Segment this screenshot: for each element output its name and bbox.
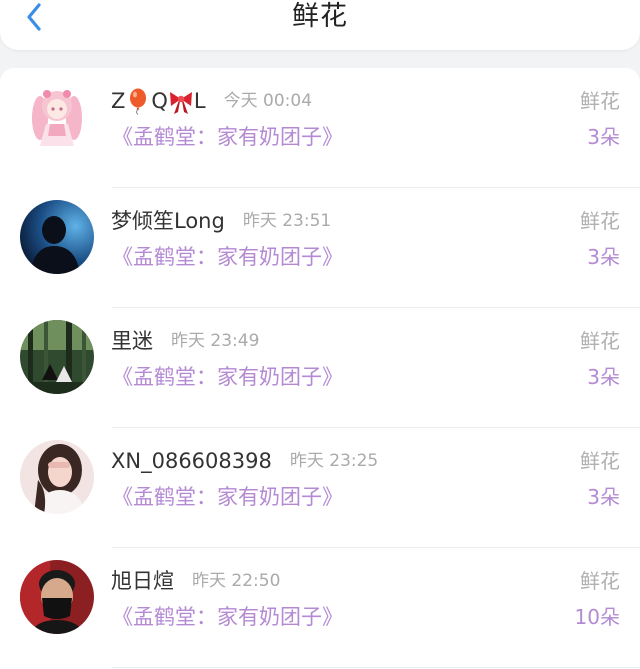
username: 里迷 昨天 23:49 xyxy=(111,324,259,358)
list-item[interactable]: Z Q L 今天 00:04 《孟鹤堂：家有奶团子》 鲜花 3朵 xyxy=(0,68,640,188)
gift-type-label: 鲜花 xyxy=(580,89,620,113)
username-text: XN_086608398 xyxy=(111,449,272,473)
username: 梦倾笙Long 昨天 23:51 xyxy=(111,204,331,238)
girl-photo-avatar xyxy=(20,440,94,514)
gift-work-link[interactable]: 《孟鹤堂：家有奶团子》 xyxy=(112,480,343,514)
gift-work-link[interactable]: 《孟鹤堂：家有奶团子》 xyxy=(112,240,343,274)
username: 旭日煊 昨天 22:50 xyxy=(111,564,280,598)
list-item[interactable]: 里迷 昨天 23:49 《孟鹤堂：家有奶团子》 鲜花 3朵 xyxy=(0,308,640,428)
gift-count: 3朵 xyxy=(587,365,620,389)
list-item[interactable]: XN_086608398 昨天 23:25 《孟鹤堂：家有奶团子》 鲜花 3朵 xyxy=(0,428,640,548)
gift-type-label: 鲜花 xyxy=(580,569,620,593)
gift-count: 10朵 xyxy=(574,605,620,629)
username: Z Q L 今天 00:04 xyxy=(111,84,312,118)
page-title: 鲜花 xyxy=(292,1,348,32)
masked-man-avatar xyxy=(20,560,94,634)
username-text: 里迷 xyxy=(111,329,153,353)
timestamp: 昨天 23:25 xyxy=(289,451,379,471)
username: XN_086608398 昨天 23:25 xyxy=(111,444,378,478)
username-text: 旭日煊 xyxy=(111,569,174,593)
gift-work-link[interactable]: 《孟鹤堂：家有奶团子》 xyxy=(112,360,343,394)
gift-count: 3朵 xyxy=(587,485,620,509)
silhouette-avatar xyxy=(20,200,94,274)
timestamp: 昨天 23:51 xyxy=(242,211,332,231)
avatar[interactable] xyxy=(20,80,94,154)
anime-girl-avatar xyxy=(20,80,94,154)
list-item[interactable]: 梦倾笙Long 昨天 23:51 《孟鹤堂：家有奶团子》 鲜花 3朵 xyxy=(0,188,640,308)
flower-record-list: Z Q L 今天 00:04 《孟鹤堂：家有奶团子》 鲜花 3朵 梦倾笙Long… xyxy=(0,68,640,669)
timestamp: 昨天 23:49 xyxy=(171,331,260,351)
balloon-icon xyxy=(130,88,147,115)
gift-type-label: 鲜花 xyxy=(580,449,620,473)
timestamp: 昨天 22:50 xyxy=(192,571,281,591)
gift-work-link[interactable]: 《孟鹤堂：家有奶团子》 xyxy=(112,120,343,154)
gift-type-label: 鲜花 xyxy=(580,209,620,233)
avatar[interactable] xyxy=(20,200,94,274)
username-part: Z xyxy=(111,89,126,113)
username-part: Q xyxy=(151,89,168,113)
divider xyxy=(112,667,640,668)
list-item[interactable]: 旭日煊 昨天 22:50 《孟鹤堂：家有奶团子》 鲜花 10朵 xyxy=(0,548,640,668)
gift-type-label: 鲜花 xyxy=(580,329,620,353)
gift-count: 3朵 xyxy=(587,245,620,269)
avatar[interactable] xyxy=(20,560,94,634)
username-text: 梦倾笙Long xyxy=(111,209,225,233)
username-part: L xyxy=(193,89,206,113)
bow-icon xyxy=(169,92,192,114)
top-bar: 鲜花 xyxy=(0,0,640,50)
timestamp: 今天 00:04 xyxy=(223,91,313,111)
avatar[interactable] xyxy=(20,440,94,514)
gift-work-link[interactable]: 《孟鹤堂：家有奶团子》 xyxy=(112,600,343,634)
avatar[interactable] xyxy=(20,320,94,394)
gift-count: 3朵 xyxy=(587,125,620,149)
forest-scene-avatar xyxy=(20,320,94,394)
